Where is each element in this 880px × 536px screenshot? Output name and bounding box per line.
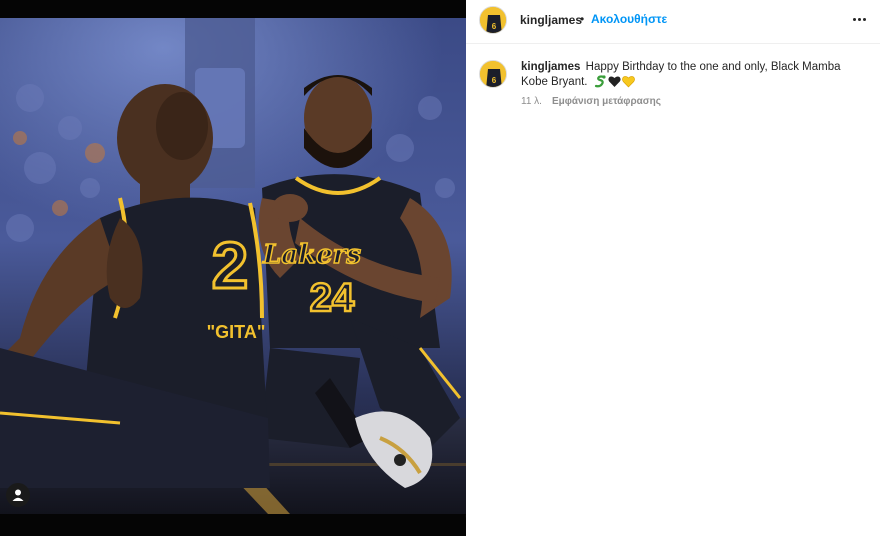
see-translation-button[interactable]: Εμφάνιση μετάφρασης — [552, 96, 661, 107]
caption-emojis — [594, 75, 635, 88]
header-username[interactable]: kingljames — [520, 13, 582, 27]
avatar[interactable]: 6 — [479, 60, 507, 88]
jersey-left-name: "GITA" — [207, 322, 266, 342]
jersey-avatar-icon: 6 — [480, 7, 506, 33]
svg-text:6: 6 — [492, 76, 497, 85]
tagged-users-button[interactable] — [6, 483, 30, 507]
jersey-right-number: 24 — [310, 276, 355, 320]
separator-dot: • — [580, 12, 585, 26]
more-options-button[interactable] — [849, 11, 869, 27]
post-sidebar: 6 kingljames • Ακολουθήστε 6 kingljames … — [466, 0, 880, 536]
media-bottom-bar — [0, 514, 466, 536]
basketball-players-image: 2 "GITA" Lakers 24 — [0, 18, 466, 514]
black-heart-icon — [608, 76, 621, 88]
avatar[interactable]: 6 — [479, 6, 507, 34]
yellow-heart-icon — [621, 76, 635, 88]
user-icon — [12, 489, 24, 501]
caption-meta: 11 λ. Εμφάνιση μετάφρασης — [521, 96, 661, 107]
media-top-bar — [0, 0, 466, 18]
caption-username[interactable]: kingljames — [521, 61, 580, 73]
follow-button[interactable]: Ακολουθήστε — [591, 12, 667, 26]
jersey-left-number: 2 — [212, 228, 249, 302]
timestamp[interactable]: 11 λ. — [521, 96, 542, 107]
post-header: 6 kingljames • Ακολουθήστε — [466, 0, 880, 44]
jersey-avatar-icon: 6 — [480, 61, 506, 87]
svg-text:6: 6 — [492, 22, 497, 31]
post-photo[interactable]: 2 "GITA" Lakers 24 — [0, 18, 466, 514]
caption-text-block: kingljames Happy Birthday to the one and… — [521, 60, 861, 90]
post-media[interactable]: 2 "GITA" Lakers 24 — [0, 0, 466, 536]
more-horizontal-icon — [852, 17, 856, 21]
snake-emoji-icon — [594, 75, 606, 88]
jersey-right-team: Lakers — [262, 240, 361, 270]
